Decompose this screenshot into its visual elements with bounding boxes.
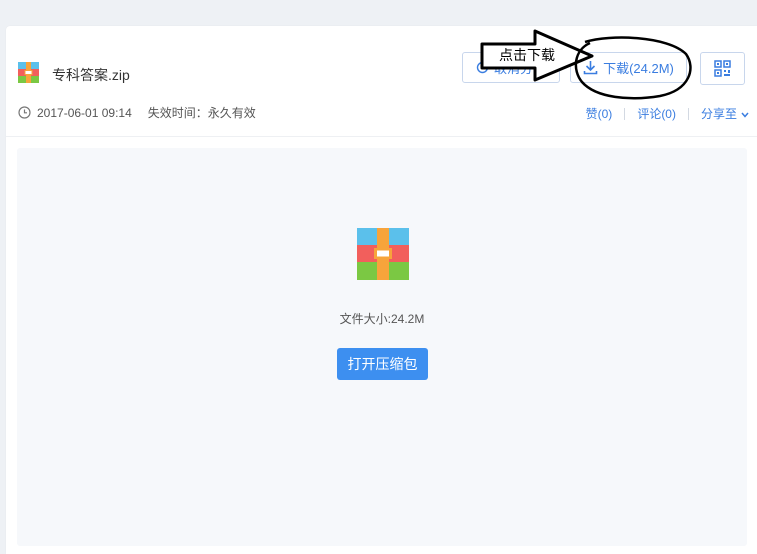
clock-icon [18, 106, 31, 119]
cancel-share-icon [476, 61, 489, 74]
header-divider [6, 136, 757, 137]
file-meta: 2017-06-01 09:14 失效时间： 永久有效 [18, 104, 256, 121]
download-button[interactable]: 下载(24.2M) [570, 52, 687, 83]
download-label: 下载(24.2M) [603, 61, 674, 76]
download-icon [583, 60, 598, 75]
archive-icon [357, 228, 409, 280]
annotation-label: 点击下载 [497, 47, 557, 64]
social-actions: 赞(0) 评论(0) 分享至 [586, 105, 749, 122]
top-background [0, 0, 757, 12]
separator [624, 107, 626, 120]
share-to-link[interactable]: 分享至 [701, 105, 749, 122]
expiry-value: 永久有效 [207, 106, 256, 120]
share-to-label: 分享至 [700, 107, 737, 121]
open-archive-button[interactable]: 打开压缩包 [337, 348, 428, 380]
file-size-label: 文件大小:24.2M [339, 312, 425, 326]
chevron-down-icon [741, 112, 749, 118]
upload-date: 2017-06-01 09:14 [37, 105, 132, 120]
file-preview-area: 文件大小:24.2M 打开压缩包 [17, 148, 747, 546]
separator [687, 107, 689, 120]
like-link[interactable]: 赞(0) [586, 105, 613, 122]
comment-link[interactable]: 评论(0) [637, 105, 676, 122]
file-card: 专科答案.zip 2017-06-01 09:14 失效时间： 永久有效 取消分… [6, 26, 757, 554]
zip-file-icon [18, 62, 39, 83]
file-name: 专科答案.zip [52, 67, 130, 83]
expiry-label: 失效时间： [147, 106, 208, 120]
qr-code-button[interactable] [700, 52, 745, 85]
qr-code-icon [714, 60, 731, 77]
